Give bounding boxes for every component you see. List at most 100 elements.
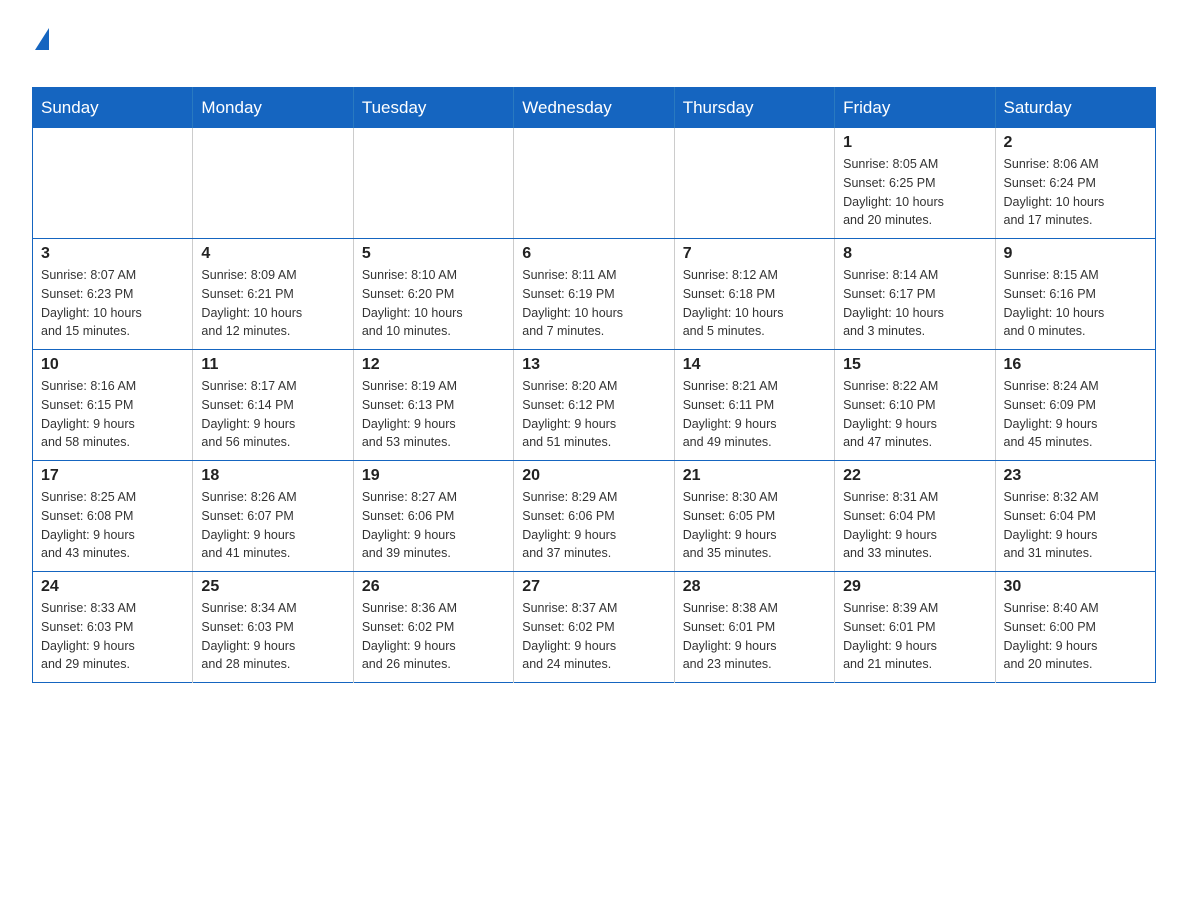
- calendar-cell: 3 Sunrise: 8:07 AM Sunset: 6:23 PM Daylig…: [33, 239, 193, 350]
- calendar-week-row: 17Sunrise: 8:25 AM Sunset: 6:08 PM Dayli…: [33, 461, 1156, 572]
- day-number: 23: [1004, 467, 1147, 485]
- day-info: Sunrise: 8:24 AM Sunset: 6:09 PM Dayligh…: [1004, 377, 1147, 452]
- day-number: 25: [201, 578, 344, 596]
- calendar-cell: 14 Sunrise: 8:21 AM Sunset: 6:11 PM Dayli…: [674, 350, 834, 461]
- day-number: 15: [843, 356, 986, 374]
- day-info: Sunrise: 8:10 AM Sunset: 6:20 PM Dayligh…: [362, 266, 505, 341]
- logo: [32, 24, 51, 71]
- day-number: 9: [1004, 245, 1147, 263]
- day-info: Sunrise: 8:29 AM Sunset: 6:06 PM Dayligh…: [522, 488, 665, 563]
- calendar-cell: 12 Sunrise: 8:19 AM Sunset: 6:13 PM Dayli…: [353, 350, 513, 461]
- day-info: Sunrise: 8:09 AM Sunset: 6:21 PM Dayligh…: [201, 266, 344, 341]
- calendar-cell: 11Sunrise: 8:17 AM Sunset: 6:14 PM Dayli…: [193, 350, 353, 461]
- calendar-cell: 22Sunrise: 8:31 AM Sunset: 6:04 PM Dayli…: [835, 461, 995, 572]
- day-number: 30: [1004, 578, 1147, 596]
- calendar-cell: [33, 128, 193, 239]
- column-header-sunday: Sunday: [33, 88, 193, 129]
- column-header-monday: Monday: [193, 88, 353, 129]
- calendar-cell: 17Sunrise: 8:25 AM Sunset: 6:08 PM Dayli…: [33, 461, 193, 572]
- day-number: 19: [362, 467, 505, 485]
- day-number: 7: [683, 245, 826, 263]
- calendar-cell: 30 Sunrise: 8:40 AM Sunset: 6:00 PM Dayli…: [995, 572, 1155, 683]
- calendar-cell: 5Sunrise: 8:10 AM Sunset: 6:20 PM Daylig…: [353, 239, 513, 350]
- calendar-week-row: 24 Sunrise: 8:33 AM Sunset: 6:03 PM Dayli…: [33, 572, 1156, 683]
- calendar-week-row: 10 Sunrise: 8:16 AM Sunset: 6:15 PM Dayli…: [33, 350, 1156, 461]
- column-header-thursday: Thursday: [674, 88, 834, 129]
- day-info: Sunrise: 8:37 AM Sunset: 6:02 PM Dayligh…: [522, 599, 665, 674]
- day-info: Sunrise: 8:17 AM Sunset: 6:14 PM Dayligh…: [201, 377, 344, 452]
- calendar-cell: 6 Sunrise: 8:11 AM Sunset: 6:19 PM Daylig…: [514, 239, 674, 350]
- day-info: Sunrise: 8:40 AM Sunset: 6:00 PM Dayligh…: [1004, 599, 1147, 674]
- day-info: Sunrise: 8:14 AM Sunset: 6:17 PM Dayligh…: [843, 266, 986, 341]
- calendar-cell: 23 Sunrise: 8:32 AM Sunset: 6:04 PM Dayli…: [995, 461, 1155, 572]
- calendar-cell: 1 Sunrise: 8:05 AM Sunset: 6:25 PM Daylig…: [835, 128, 995, 239]
- day-number: 8: [843, 245, 986, 263]
- day-info: Sunrise: 8:27 AM Sunset: 6:06 PM Dayligh…: [362, 488, 505, 563]
- column-header-wednesday: Wednesday: [514, 88, 674, 129]
- day-info: Sunrise: 8:30 AM Sunset: 6:05 PM Dayligh…: [683, 488, 826, 563]
- calendar-cell: [193, 128, 353, 239]
- calendar-cell: [674, 128, 834, 239]
- day-info: Sunrise: 8:15 AM Sunset: 6:16 PM Dayligh…: [1004, 266, 1147, 341]
- day-number: 12: [362, 356, 505, 374]
- day-number: 1: [843, 134, 986, 152]
- day-info: Sunrise: 8:19 AM Sunset: 6:13 PM Dayligh…: [362, 377, 505, 452]
- day-info: Sunrise: 8:32 AM Sunset: 6:04 PM Dayligh…: [1004, 488, 1147, 563]
- calendar-cell: 19 Sunrise: 8:27 AM Sunset: 6:06 PM Dayli…: [353, 461, 513, 572]
- day-info: Sunrise: 8:20 AM Sunset: 6:12 PM Dayligh…: [522, 377, 665, 452]
- page-header: [32, 24, 1156, 71]
- calendar-cell: 9 Sunrise: 8:15 AM Sunset: 6:16 PM Daylig…: [995, 239, 1155, 350]
- day-info: Sunrise: 8:31 AM Sunset: 6:04 PM Dayligh…: [843, 488, 986, 563]
- column-header-saturday: Saturday: [995, 88, 1155, 129]
- calendar-cell: 15 Sunrise: 8:22 AM Sunset: 6:10 PM Dayli…: [835, 350, 995, 461]
- day-info: Sunrise: 8:21 AM Sunset: 6:11 PM Dayligh…: [683, 377, 826, 452]
- day-info: Sunrise: 8:11 AM Sunset: 6:19 PM Dayligh…: [522, 266, 665, 341]
- day-number: 3: [41, 245, 184, 263]
- day-number: 20: [522, 467, 665, 485]
- calendar-cell: 13 Sunrise: 8:20 AM Sunset: 6:12 PM Dayli…: [514, 350, 674, 461]
- day-number: 4: [201, 245, 344, 263]
- day-number: 21: [683, 467, 826, 485]
- day-info: Sunrise: 8:39 AM Sunset: 6:01 PM Dayligh…: [843, 599, 986, 674]
- day-number: 16: [1004, 356, 1147, 374]
- day-info: Sunrise: 8:16 AM Sunset: 6:15 PM Dayligh…: [41, 377, 184, 452]
- calendar-cell: [514, 128, 674, 239]
- day-number: 2: [1004, 134, 1147, 152]
- calendar-cell: 2 Sunrise: 8:06 AM Sunset: 6:24 PM Daylig…: [995, 128, 1155, 239]
- column-header-tuesday: Tuesday: [353, 88, 513, 129]
- calendar-cell: 27 Sunrise: 8:37 AM Sunset: 6:02 PM Dayli…: [514, 572, 674, 683]
- calendar-cell: 8 Sunrise: 8:14 AM Sunset: 6:17 PM Daylig…: [835, 239, 995, 350]
- calendar-cell: 10 Sunrise: 8:16 AM Sunset: 6:15 PM Dayli…: [33, 350, 193, 461]
- calendar-cell: 24 Sunrise: 8:33 AM Sunset: 6:03 PM Dayli…: [33, 572, 193, 683]
- calendar-cell: 25 Sunrise: 8:34 AM Sunset: 6:03 PM Dayli…: [193, 572, 353, 683]
- day-number: 24: [41, 578, 184, 596]
- day-info: Sunrise: 8:05 AM Sunset: 6:25 PM Dayligh…: [843, 155, 986, 230]
- day-number: 13: [522, 356, 665, 374]
- calendar-cell: 28 Sunrise: 8:38 AM Sunset: 6:01 PM Dayli…: [674, 572, 834, 683]
- day-number: 14: [683, 356, 826, 374]
- day-number: 26: [362, 578, 505, 596]
- day-info: Sunrise: 8:38 AM Sunset: 6:01 PM Dayligh…: [683, 599, 826, 674]
- day-number: 29: [843, 578, 986, 596]
- day-number: 10: [41, 356, 184, 374]
- day-number: 27: [522, 578, 665, 596]
- calendar-cell: 29 Sunrise: 8:39 AM Sunset: 6:01 PM Dayli…: [835, 572, 995, 683]
- day-info: Sunrise: 8:34 AM Sunset: 6:03 PM Dayligh…: [201, 599, 344, 674]
- column-header-friday: Friday: [835, 88, 995, 129]
- calendar-cell: 16 Sunrise: 8:24 AM Sunset: 6:09 PM Dayli…: [995, 350, 1155, 461]
- calendar-cell: 20 Sunrise: 8:29 AM Sunset: 6:06 PM Dayli…: [514, 461, 674, 572]
- day-info: Sunrise: 8:36 AM Sunset: 6:02 PM Dayligh…: [362, 599, 505, 674]
- day-info: Sunrise: 8:06 AM Sunset: 6:24 PM Dayligh…: [1004, 155, 1147, 230]
- calendar-cell: [353, 128, 513, 239]
- calendar-cell: 7Sunrise: 8:12 AM Sunset: 6:18 PM Daylig…: [674, 239, 834, 350]
- day-info: Sunrise: 8:22 AM Sunset: 6:10 PM Dayligh…: [843, 377, 986, 452]
- calendar-week-row: 3 Sunrise: 8:07 AM Sunset: 6:23 PM Daylig…: [33, 239, 1156, 350]
- logo-triangle-icon: [35, 28, 49, 50]
- calendar-table: SundayMondayTuesdayWednesdayThursdayFrid…: [32, 87, 1156, 683]
- day-number: 6: [522, 245, 665, 263]
- day-number: 18: [201, 467, 344, 485]
- day-number: 28: [683, 578, 826, 596]
- day-info: Sunrise: 8:33 AM Sunset: 6:03 PM Dayligh…: [41, 599, 184, 674]
- calendar-cell: 26 Sunrise: 8:36 AM Sunset: 6:02 PM Dayli…: [353, 572, 513, 683]
- day-info: Sunrise: 8:07 AM Sunset: 6:23 PM Dayligh…: [41, 266, 184, 341]
